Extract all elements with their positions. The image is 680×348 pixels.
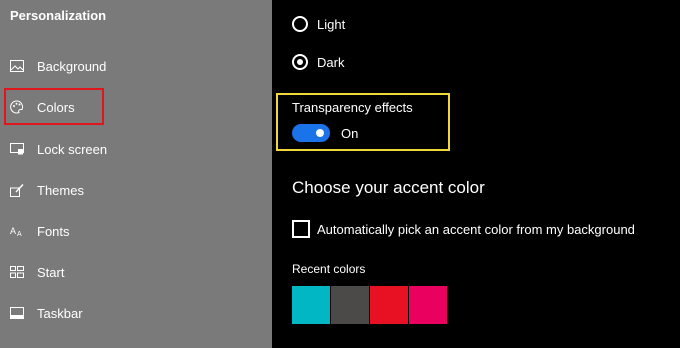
sidebar-item-label: Start <box>37 264 65 280</box>
radio-light[interactable]: Light <box>292 14 345 34</box>
auto-pick-accent-checkbox[interactable] <box>292 220 310 238</box>
sidebar-item-label: Colors <box>37 99 75 115</box>
sidebar-item-taskbar[interactable]: Taskbar <box>0 295 272 331</box>
radio-light-label: Light <box>317 16 346 32</box>
transparency-state: On <box>341 126 359 141</box>
picture-icon <box>10 59 24 73</box>
sidebar-item-label: Background <box>37 58 107 74</box>
palette-icon <box>10 100 24 114</box>
sidebar: Personalization Background Colors Lock s… <box>0 0 272 348</box>
recent-color-swatch[interactable] <box>292 286 330 324</box>
recent-color-swatch[interactable] <box>331 286 369 324</box>
font-icon: AA <box>10 224 24 238</box>
recent-colors <box>292 286 448 324</box>
transparency-toggle[interactable] <box>292 124 330 142</box>
sidebar-item-lock-screen[interactable]: Lock screen <box>0 131 272 167</box>
svg-text:A: A <box>17 231 22 237</box>
radio-light-button[interactable] <box>292 16 308 32</box>
taskbar-icon <box>10 306 24 320</box>
sidebar-item-label: Lock screen <box>37 141 108 157</box>
start-grid-icon <box>10 265 24 279</box>
sidebar-item-label: Fonts <box>37 223 70 239</box>
auto-pick-accent-label: Automatically pick an accent color from … <box>317 221 635 237</box>
sidebar-title: Personalization <box>10 8 107 23</box>
auto-pick-accent-row[interactable]: Automatically pick an accent color from … <box>292 220 635 238</box>
radio-dark-label: Dark <box>317 54 345 70</box>
recent-color-swatch[interactable] <box>409 286 447 324</box>
svg-text:A: A <box>10 226 16 236</box>
sidebar-item-label: Themes <box>37 182 84 198</box>
radio-dark-button[interactable] <box>292 54 308 70</box>
sidebar-item-label: Taskbar <box>37 305 83 321</box>
recent-color-swatch[interactable] <box>370 286 408 324</box>
recent-colors-label: Recent colors <box>292 262 366 276</box>
accent-heading: Choose your accent color <box>292 178 485 197</box>
lock-screen-icon <box>10 142 24 156</box>
sidebar-item-themes[interactable]: Themes <box>0 172 272 208</box>
transparency-title: Transparency effects <box>292 100 413 115</box>
sidebar-item-start[interactable]: Start <box>0 254 272 290</box>
radio-dark[interactable]: Dark <box>292 52 344 72</box>
sidebar-item-fonts[interactable]: AA Fonts <box>0 213 272 249</box>
brush-icon <box>10 183 24 197</box>
settings-content: Light Dark Transparency effects On Choos… <box>272 0 680 348</box>
sidebar-item-colors[interactable]: Colors <box>0 89 272 125</box>
sidebar-item-background[interactable]: Background <box>0 48 272 84</box>
